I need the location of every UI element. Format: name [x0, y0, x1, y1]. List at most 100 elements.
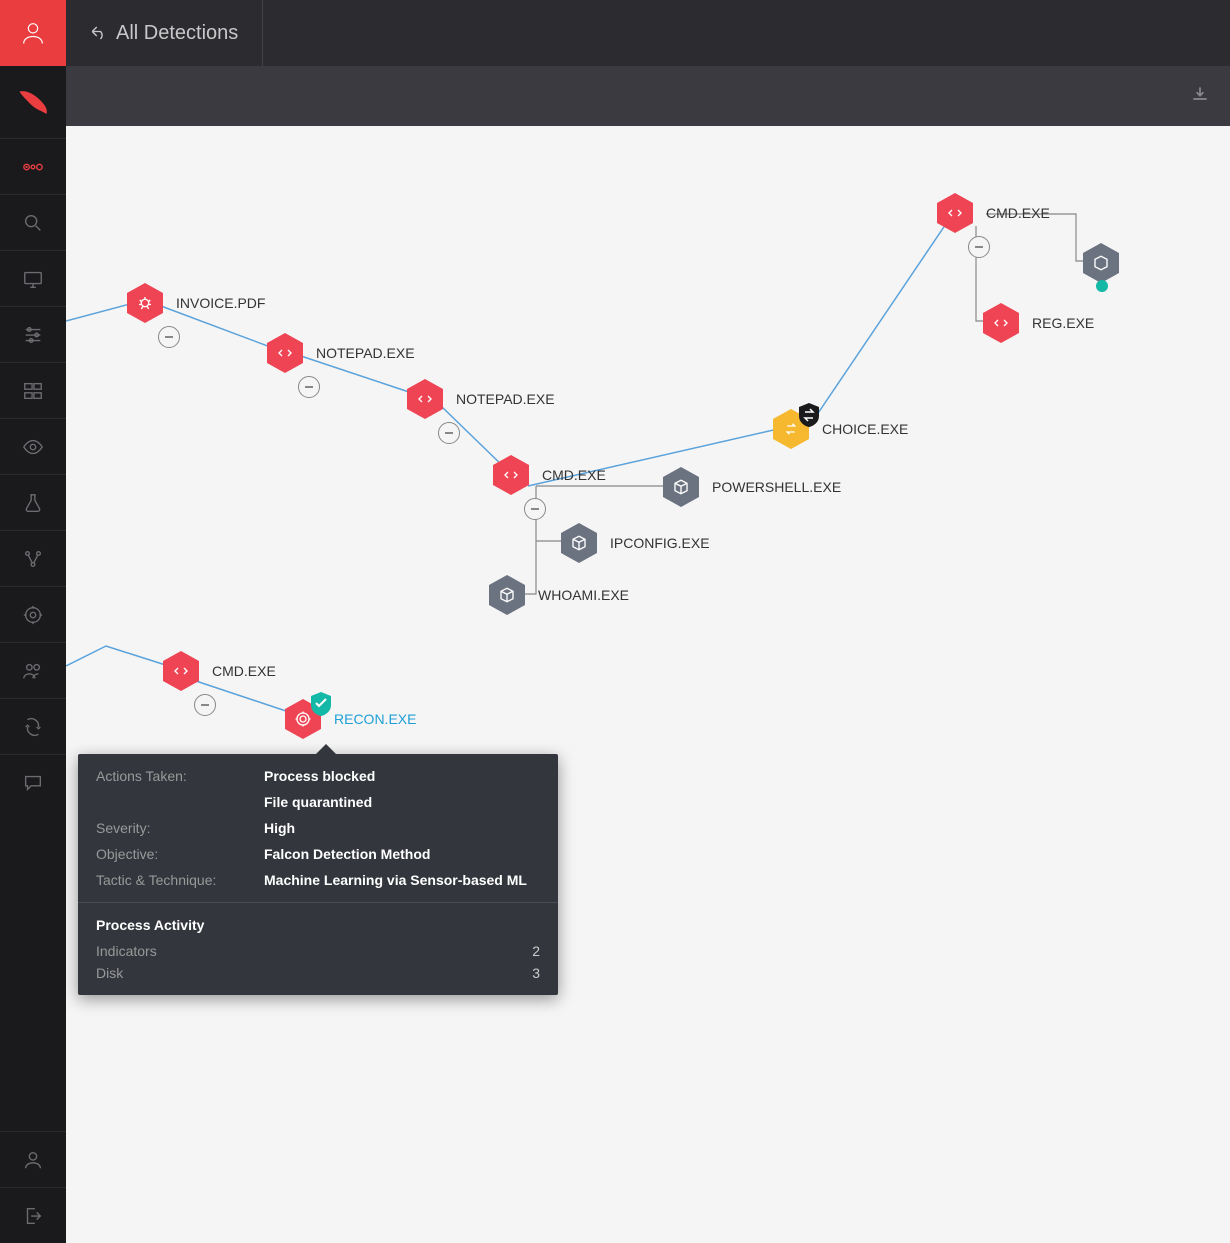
back-all-detections[interactable]: All Detections	[66, 0, 263, 66]
search-icon	[22, 212, 44, 234]
node-notepad2[interactable]: NOTEPAD.EXE	[406, 378, 555, 420]
node-label: NOTEPAD.EXE	[316, 345, 415, 361]
cube-icon	[498, 586, 516, 604]
list-icon	[22, 380, 44, 402]
node-cmd3[interactable]: CMD.EXE	[162, 650, 276, 692]
cube-icon	[1092, 254, 1110, 272]
content-area: INVOICE.PDF NOTEPAD.EXE NOTEPAD.EXE CMD.…	[66, 66, 1230, 1243]
tt-activity-key: Indicators	[96, 943, 157, 959]
node-cmd2[interactable]: CMD.EXE	[936, 192, 1050, 234]
bug-icon	[136, 294, 154, 312]
branch-icon	[22, 548, 44, 570]
collapse-toggle[interactable]	[968, 236, 990, 258]
sidebar-item-configure[interactable]	[0, 306, 66, 362]
node-label: CHOICE.EXE	[822, 421, 908, 437]
sidebar	[0, 66, 66, 1243]
sidebar-item-sandbox[interactable]	[0, 474, 66, 530]
falcon-logo-icon	[15, 84, 51, 120]
cube-icon	[570, 534, 588, 552]
target-icon	[22, 604, 44, 626]
code-icon	[992, 314, 1010, 332]
collapse-toggle[interactable]	[298, 376, 320, 398]
node-label: IPCONFIG.EXE	[610, 535, 710, 551]
sidebar-item-dashboard[interactable]	[0, 362, 66, 418]
user-icon	[22, 1149, 44, 1171]
logout-icon	[22, 1205, 44, 1227]
collapse-toggle[interactable]	[194, 694, 216, 716]
node-cmd1[interactable]: CMD.EXE	[492, 454, 606, 496]
node-ipconfig[interactable]: IPCONFIG.EXE	[560, 522, 710, 564]
tt-activity-key: Disk	[96, 965, 123, 981]
node-label: INVOICE.PDF	[176, 295, 265, 311]
code-icon	[502, 466, 520, 484]
tt-activity-val: 3	[532, 965, 540, 981]
sidebar-item-profile[interactable]	[0, 1131, 66, 1187]
back-label: All Detections	[116, 22, 238, 45]
swap-icon	[22, 716, 44, 738]
node-label: WHOAMI.EXE	[538, 587, 629, 603]
sidebar-item-hosts[interactable]	[0, 250, 66, 306]
download-icon	[1190, 84, 1210, 104]
code-icon	[172, 662, 190, 680]
node-edge-partial[interactable]	[1082, 242, 1120, 284]
tt-key: Severity:	[96, 820, 264, 836]
activity-icon	[22, 156, 44, 178]
tt-val: Machine Learning via Sensor-based ML	[264, 872, 527, 888]
shield-warn-badge	[798, 402, 820, 428]
node-choice[interactable]: CHOICE.EXE	[772, 408, 908, 450]
sidebar-item-tree[interactable]	[0, 530, 66, 586]
sidebar-item-search[interactable]	[0, 194, 66, 250]
node-reg[interactable]: REG.EXE	[982, 302, 1094, 344]
node-label: REG.EXE	[1032, 315, 1094, 331]
user-avatar-button[interactable]	[0, 0, 66, 66]
node-label: CMD.EXE	[212, 663, 276, 679]
node-notepad1[interactable]: NOTEPAD.EXE	[266, 332, 415, 374]
shield-check-badge	[310, 691, 332, 717]
message-icon	[22, 772, 44, 794]
tt-val: Falcon Detection Method	[264, 846, 430, 862]
status-dot	[1096, 280, 1108, 292]
node-invoice[interactable]: INVOICE.PDF	[126, 282, 265, 324]
node-label: POWERSHELL.EXE	[712, 479, 841, 495]
sidebar-item-logout[interactable]	[0, 1187, 66, 1243]
tt-key: Objective:	[96, 846, 264, 862]
tt-key: Tactic & Technique:	[96, 872, 264, 888]
sidebar-item-support[interactable]	[0, 754, 66, 810]
eye-icon	[22, 436, 44, 458]
sidebar-item-intel[interactable]	[0, 586, 66, 642]
detection-tooltip: Actions Taken:Process blocked File quara…	[78, 754, 558, 995]
collapse-toggle[interactable]	[524, 498, 546, 520]
node-recon[interactable]: RECON.EXE	[284, 698, 416, 740]
node-label: NOTEPAD.EXE	[456, 391, 555, 407]
topbar: All Detections	[0, 0, 1230, 66]
process-tree-canvas[interactable]: INVOICE.PDF NOTEPAD.EXE NOTEPAD.EXE CMD.…	[66, 126, 1230, 1243]
node-label: CMD.EXE	[542, 467, 606, 483]
tt-activity-header: Process Activity	[96, 917, 540, 933]
node-whoami[interactable]: WHOAMI.EXE	[488, 574, 629, 616]
tt-val: High	[264, 820, 295, 836]
back-arrow-icon	[90, 24, 108, 42]
code-icon	[416, 390, 434, 408]
sidebar-item-activity[interactable]	[0, 138, 66, 194]
collapse-toggle[interactable]	[438, 422, 460, 444]
monitor-icon	[22, 268, 44, 290]
sidebar-item-discover[interactable]	[0, 418, 66, 474]
download-button[interactable]	[1190, 84, 1210, 109]
content-toolbar	[66, 66, 1230, 126]
user-icon	[19, 19, 47, 47]
collapse-toggle[interactable]	[158, 326, 180, 348]
sliders-icon	[22, 324, 44, 346]
code-icon	[276, 344, 294, 362]
node-label: CMD.EXE	[986, 205, 1050, 221]
tt-val: File quarantined	[264, 794, 372, 810]
brand-logo[interactable]	[0, 66, 66, 138]
sidebar-item-store[interactable]	[0, 698, 66, 754]
sidebar-item-users[interactable]	[0, 642, 66, 698]
code-icon	[946, 204, 964, 222]
cube-icon	[672, 478, 690, 496]
users-icon	[22, 660, 44, 682]
tt-activity-val: 2	[532, 943, 540, 959]
flask-icon	[22, 492, 44, 514]
node-powershell[interactable]: POWERSHELL.EXE	[662, 466, 841, 508]
tt-key: Actions Taken:	[96, 768, 264, 784]
